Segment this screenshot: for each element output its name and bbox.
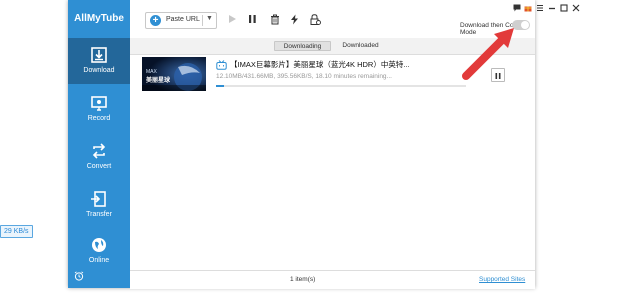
globe-icon bbox=[92, 238, 106, 252]
paste-url-button[interactable]: + Paste URL ▼ bbox=[145, 12, 217, 29]
transfer-icon bbox=[91, 191, 106, 207]
annotation-arrow bbox=[462, 28, 514, 80]
gift-icon[interactable] bbox=[524, 4, 532, 12]
item-count: 1 item(s) bbox=[290, 276, 316, 283]
trash-icon[interactable] bbox=[270, 14, 280, 25]
private-mode-lock-icon[interactable] bbox=[310, 14, 321, 25]
app-logo: AllMyTube bbox=[74, 13, 124, 24]
sidebar-item-download[interactable]: Download bbox=[68, 38, 130, 84]
maximize-icon[interactable] bbox=[560, 4, 568, 12]
tab-downloading[interactable]: Downloading bbox=[274, 41, 331, 51]
sidebar-item-record[interactable]: Record bbox=[68, 86, 130, 132]
status-bar: 1 item(s) Supported Sites bbox=[130, 270, 535, 289]
supported-sites-link[interactable]: Supported Sites bbox=[479, 276, 525, 283]
sidebar: AllMyTube Download Record Convert Transf… bbox=[68, 0, 130, 288]
pause-all-icon[interactable] bbox=[248, 14, 257, 24]
thumbnail-title-text: 美丽星球 bbox=[146, 78, 171, 84]
sidebar-label-online: Online bbox=[88, 257, 110, 264]
sidebar-item-online[interactable]: Online bbox=[68, 230, 130, 276]
minimize-icon[interactable] bbox=[548, 4, 556, 12]
plus-icon: + bbox=[150, 15, 161, 26]
bilibili-tv-icon bbox=[216, 60, 227, 70]
menu-icon[interactable] bbox=[536, 4, 544, 12]
convert-icon bbox=[92, 143, 106, 159]
record-icon bbox=[91, 96, 107, 111]
turbo-lightning-icon[interactable] bbox=[290, 14, 299, 25]
tab-downloaded[interactable]: Downloaded bbox=[332, 41, 389, 51]
sidebar-item-convert[interactable]: Convert bbox=[68, 134, 130, 180]
chevron-down-icon[interactable]: ▼ bbox=[206, 15, 213, 22]
progress-fill bbox=[216, 85, 224, 87]
sidebar-label-transfer: Transfer bbox=[86, 211, 112, 218]
download-speed-badge: 29 KB/s bbox=[0, 225, 33, 238]
divider bbox=[202, 15, 203, 26]
sidebar-item-transfer[interactable]: Transfer bbox=[68, 182, 130, 228]
sidebar-label-download: Download bbox=[83, 67, 115, 74]
download-progress-bar bbox=[216, 85, 466, 87]
sidebar-label-record: Record bbox=[87, 115, 111, 122]
feedback-icon[interactable] bbox=[513, 4, 521, 12]
close-icon[interactable] bbox=[572, 4, 580, 12]
download-progress-text: 12.10MB/431.66MB, 395.56KB/S, 18.10 minu… bbox=[216, 73, 392, 80]
download-icon bbox=[91, 47, 107, 63]
paste-url-label: Paste URL bbox=[166, 16, 200, 23]
video-title: 【IMAX巨幕影片】美丽星球（蓝光4K HDR）中英特... bbox=[230, 60, 410, 69]
video-thumbnail: MAX 美丽星球 bbox=[142, 57, 206, 91]
alarm-clock-icon[interactable] bbox=[74, 271, 84, 281]
sidebar-label-convert: Convert bbox=[86, 163, 112, 170]
play-icon[interactable] bbox=[228, 14, 237, 24]
